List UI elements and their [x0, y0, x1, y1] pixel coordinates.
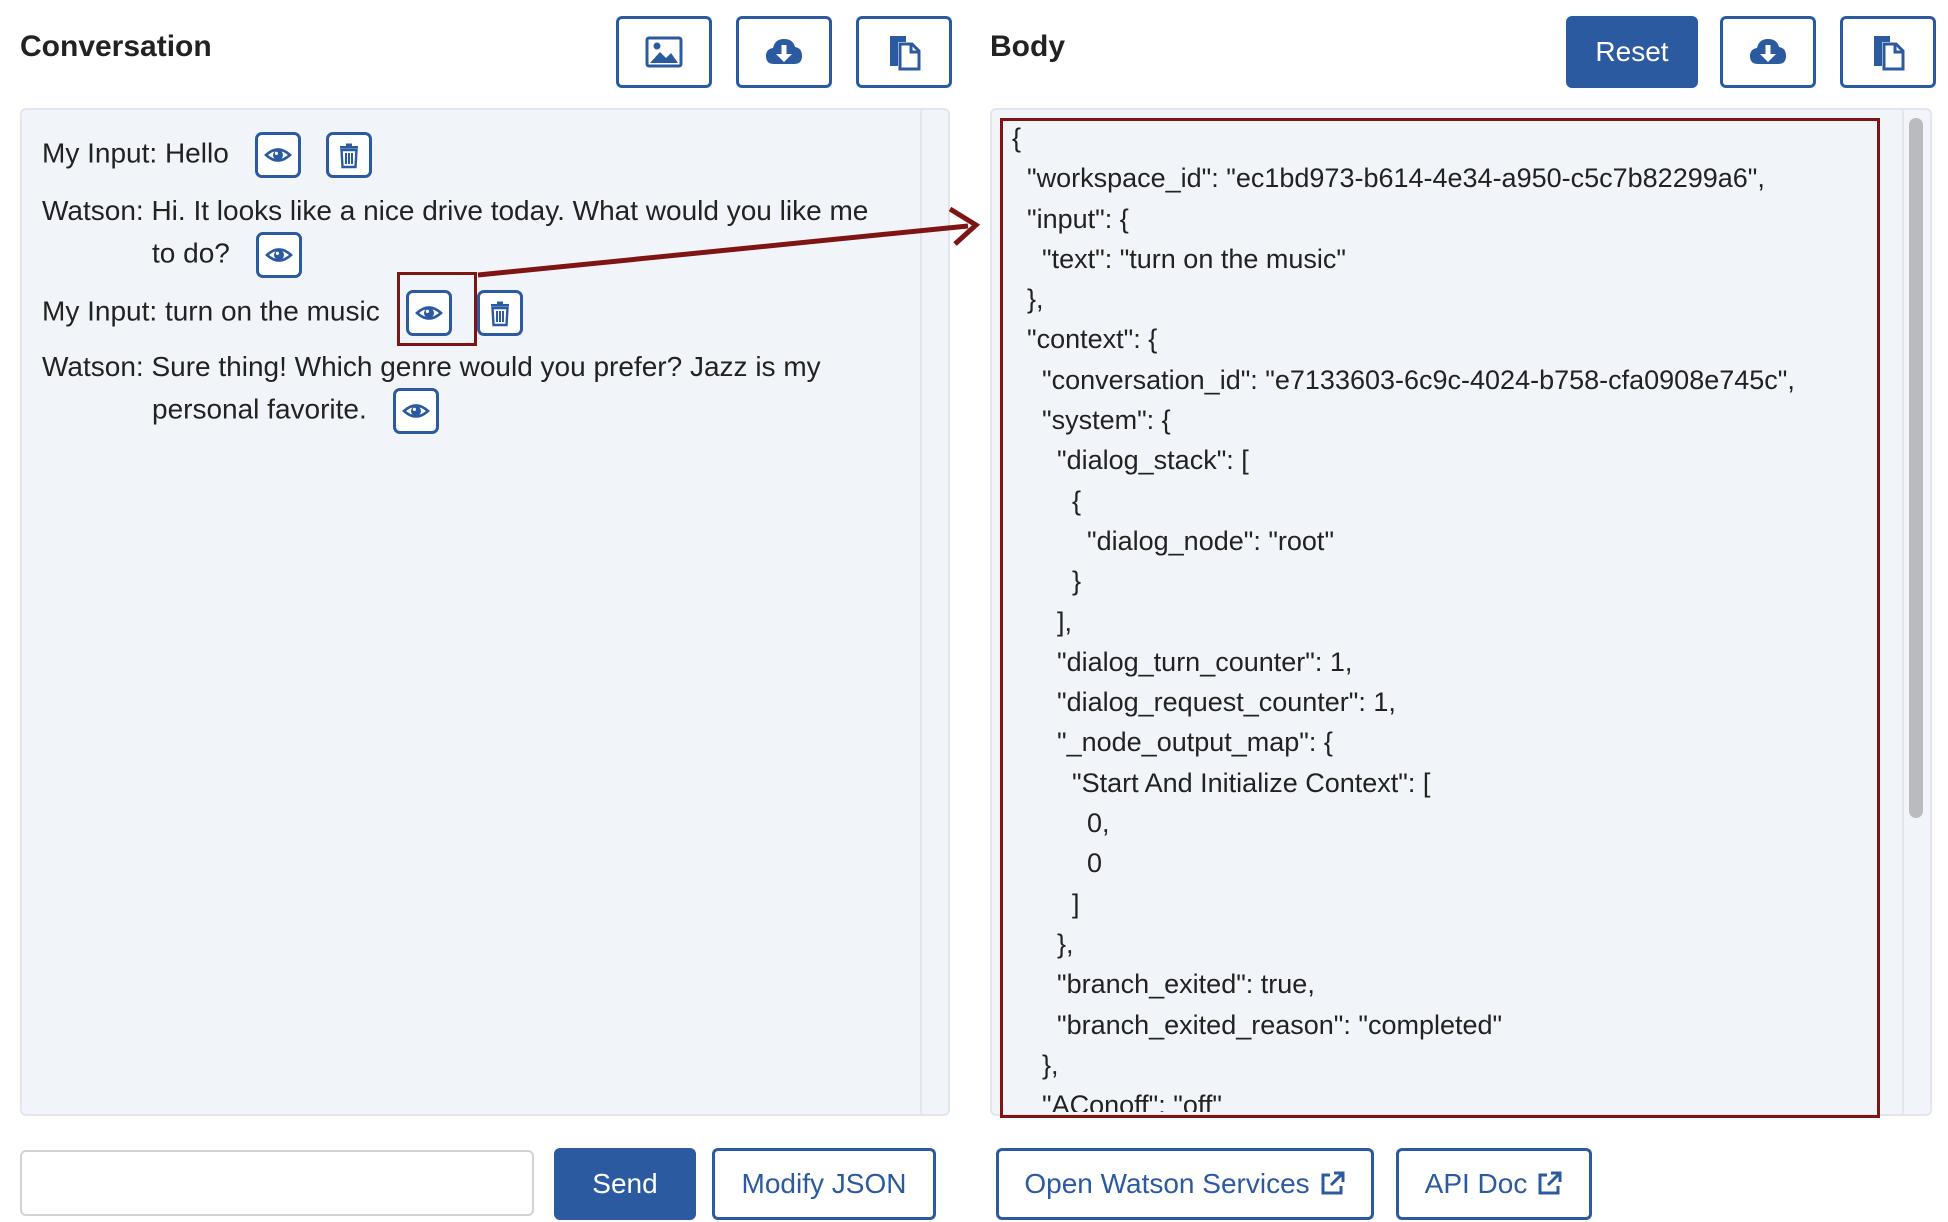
api-doc-button[interactable]: API Doc [1396, 1148, 1592, 1220]
external-link-icon [1538, 1171, 1562, 1195]
body-title: Body [990, 30, 1065, 63]
json-highlight-box [1000, 118, 1880, 1118]
message-text-cont: to do? [152, 237, 230, 269]
cloud-download-icon [766, 39, 802, 64]
message-user-1: My Input: Hello [42, 132, 373, 178]
eye-icon [263, 148, 292, 162]
conversation-title: Conversation [20, 30, 212, 63]
message-text-cont: personal favorite. [152, 393, 367, 425]
message-sender: My Input: [42, 295, 158, 327]
message-sender: Watson: [42, 195, 144, 226]
conversation-scrollbar[interactable] [920, 110, 948, 1114]
view-json-button[interactable] [255, 232, 302, 278]
send-button[interactable]: Send [554, 1148, 696, 1220]
message-text: Hello [164, 137, 229, 169]
message-text: Hi. It looks like a nice drive today. Wh… [151, 195, 869, 226]
cloud-download-icon [1750, 39, 1786, 64]
eye-button-highlight [397, 272, 477, 346]
body-scrollbar[interactable] [1902, 110, 1930, 1114]
save-image-button[interactable] [616, 16, 712, 88]
message-sender: Watson: [42, 351, 144, 382]
reset-button[interactable]: Reset [1566, 16, 1698, 88]
message-sender: My Input: [42, 137, 158, 169]
trash-icon [340, 143, 359, 169]
delete-message-button[interactable] [477, 290, 524, 336]
copy-conversation-button[interactable] [856, 16, 952, 88]
download-conversation-button[interactable] [736, 16, 832, 88]
open-watson-services-button[interactable]: Open Watson Services [996, 1148, 1374, 1220]
image-icon [645, 36, 683, 68]
open-watson-services-label: Open Watson Services [1024, 1168, 1310, 1199]
body-scrollbar-thumb[interactable] [1909, 118, 1923, 818]
download-body-button[interactable] [1720, 16, 1816, 88]
view-json-button[interactable] [254, 132, 301, 178]
message-input[interactable] [20, 1150, 534, 1216]
trash-icon [491, 301, 510, 327]
external-link-icon [1321, 1171, 1345, 1195]
message-text: turn on the music [164, 295, 380, 327]
modify-json-button[interactable]: Modify JSON [712, 1148, 936, 1220]
app: Conversation Body Reset My Input: Hello … [0, 0, 1948, 1222]
message-watson-1: Watson: Hi. It looks like a nice drive t… [42, 190, 912, 278]
view-json-button[interactable] [392, 388, 439, 434]
delete-message-button[interactable] [326, 132, 373, 178]
message-text: Sure thing! Which genre would you prefer… [151, 351, 821, 382]
message-watson-2: Watson: Sure thing! Which genre would yo… [42, 346, 912, 434]
copy-icon [890, 36, 921, 71]
copy-body-button[interactable] [1840, 16, 1936, 88]
eye-icon [401, 404, 430, 418]
eye-icon [264, 248, 293, 262]
copy-icon [1874, 36, 1905, 71]
api-doc-label: API Doc [1424, 1168, 1528, 1199]
